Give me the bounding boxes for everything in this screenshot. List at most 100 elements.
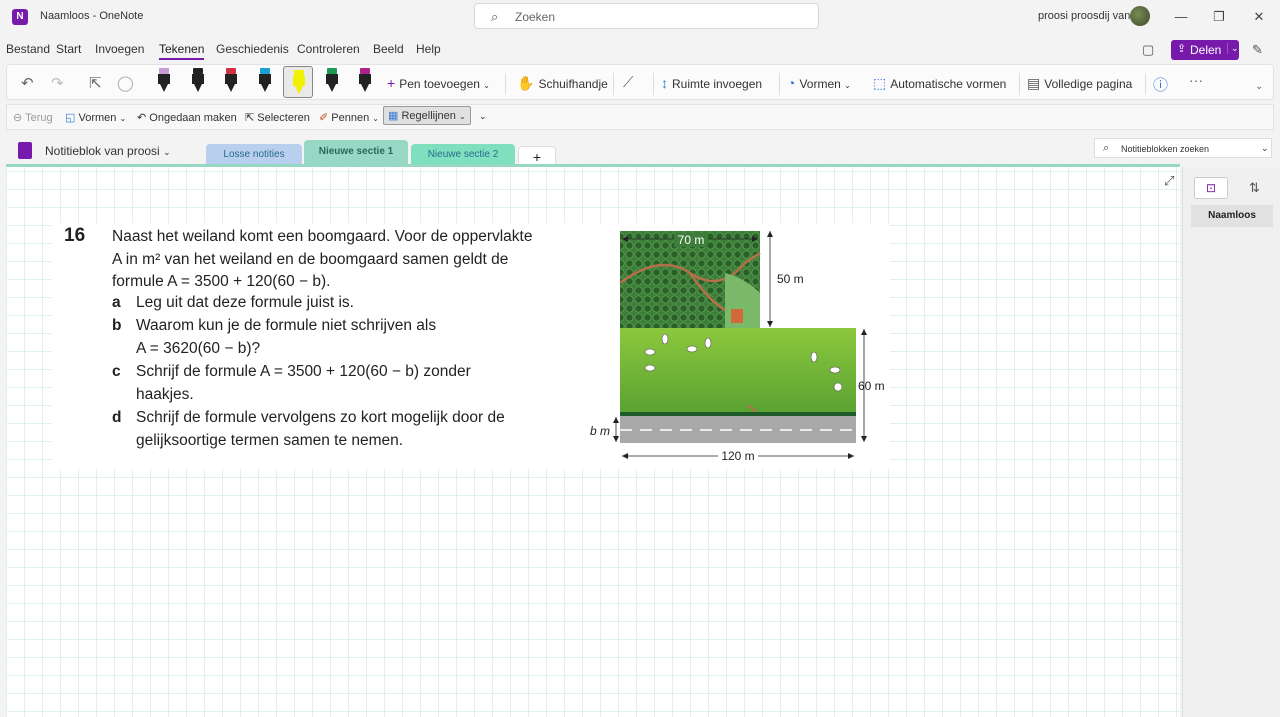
pens-menu-button[interactable]: ✐ Pennen ⌄ bbox=[319, 111, 379, 124]
orchard-field-illustration: 70 m 50 m 60 m b m 120 m bbox=[590, 231, 885, 463]
shapes-icon: ◱ bbox=[65, 112, 76, 124]
quick-toolbar: ⊖ Terug ◱ Vormen ⌄ ↶ Ongedaan maken ⇱ Se… bbox=[6, 104, 1274, 130]
expand-icon[interactable]: ⤢ bbox=[1164, 173, 1174, 189]
hand-icon: ✋ bbox=[517, 75, 535, 91]
page-list-panel: ⊡ ⇅ Naamloos bbox=[1182, 167, 1280, 717]
notebook-selector[interactable]: Notitieblok van proosi ⌄ bbox=[45, 144, 171, 158]
close-button[interactable]: ✕ bbox=[1248, 6, 1270, 28]
menu-help[interactable]: Help bbox=[416, 42, 441, 56]
add-section-button[interactable]: + bbox=[518, 146, 556, 166]
pens-icon: ✐ bbox=[319, 112, 329, 124]
new-page-icon: ⊡ bbox=[1205, 181, 1217, 195]
chevron-down-icon[interactable]: ⌄ bbox=[1227, 43, 1239, 54]
eraser-icon[interactable] bbox=[157, 68, 171, 94]
window-title: Naamloos - OneNote bbox=[40, 10, 144, 22]
select-button[interactable]: ⇱ Selecteren bbox=[245, 111, 310, 124]
plus-icon: + bbox=[387, 75, 396, 91]
feedback-icon[interactable]: ✎ bbox=[1252, 42, 1263, 58]
full-page-button[interactable]: ▤ Volledige pagina bbox=[1027, 75, 1132, 92]
question-c-text-2: haakjes. bbox=[136, 386, 194, 403]
question-b-letter: b bbox=[112, 317, 122, 334]
customize-toolbar-icon[interactable]: ⌄ bbox=[479, 111, 487, 122]
shapes-button[interactable]: ◔ Vormen ⌄ bbox=[787, 75, 851, 91]
chevron-down-icon: ⌄ bbox=[458, 112, 466, 121]
label-60m: 60 m bbox=[858, 379, 885, 393]
maximize-button[interactable]: ❐ bbox=[1208, 6, 1230, 28]
exercise-image[interactable]: 16 Naast het weiland komt een boomgaard.… bbox=[52, 223, 890, 469]
undo-button[interactable]: ↶ Ongedaan maken bbox=[137, 111, 237, 124]
auto-shapes-button[interactable]: ⬚ Automatische vormen bbox=[873, 75, 1006, 92]
menu-bar: Bestand Start Invoegen Tekenen Geschiede… bbox=[0, 38, 1280, 60]
shed bbox=[731, 309, 743, 323]
sort-icon[interactable]: ⇅ bbox=[1249, 180, 1260, 196]
question-a-text: Leg uit dat deze formule juist is. bbox=[136, 294, 354, 311]
add-pen-button[interactable]: + Pen toevoegen ⌄ bbox=[387, 75, 490, 91]
section-tab-nieuwe-sectie-2[interactable]: Nieuwe sectie 2 bbox=[411, 144, 515, 166]
notebook-search-input[interactable]: ⌕ Notitieblokken zoeken ⌄ bbox=[1094, 138, 1272, 158]
search-icon: ⌕ bbox=[491, 9, 499, 24]
blue-pen-icon[interactable] bbox=[258, 68, 272, 94]
black-pen-icon[interactable] bbox=[191, 68, 205, 94]
search-icon: ⌕ bbox=[1103, 142, 1110, 154]
menu-tekenen[interactable]: Tekenen bbox=[159, 42, 205, 60]
section-tab-losse-notities[interactable]: Losse notities bbox=[206, 144, 302, 166]
shapes-icon: ◔ bbox=[787, 75, 796, 91]
question-b-text-2: A = 3620(60 − b)? bbox=[136, 340, 261, 357]
avatar[interactable] bbox=[1130, 6, 1150, 26]
green-pen-icon[interactable] bbox=[325, 68, 339, 94]
label-120m: 120 m bbox=[721, 449, 754, 463]
menu-start[interactable]: Start bbox=[56, 42, 81, 56]
notebook-icon bbox=[18, 142, 32, 159]
question-d-letter: d bbox=[112, 409, 122, 426]
redo-icon[interactable]: ↷ bbox=[51, 74, 64, 92]
user-name[interactable]: proosi proosdij van bbox=[1038, 10, 1130, 22]
add-page-button[interactable]: ⊡ bbox=[1194, 177, 1228, 199]
back-arrow-icon: ⊖ bbox=[13, 112, 23, 124]
ruler-icon[interactable]: ⟋ bbox=[623, 74, 634, 91]
undo-icon[interactable]: ↶ bbox=[21, 74, 34, 92]
menu-invoegen[interactable]: Invoegen bbox=[95, 42, 144, 56]
page-canvas[interactable]: ⤢ 16 Naast het weiland komt een boomgaar… bbox=[6, 167, 1180, 717]
help-icon[interactable]: ⓘ bbox=[1153, 74, 1168, 95]
share-icon: ⇪ bbox=[1177, 43, 1187, 55]
exercise-intro: Naast het weiland komt een boomgaard. Vo… bbox=[112, 228, 533, 290]
meadow-area bbox=[620, 328, 856, 413]
purple-pen-icon[interactable] bbox=[358, 68, 372, 94]
notebook-navigation: Notitieblok van proosi ⌄ Losse notities … bbox=[0, 136, 1280, 166]
rule-lines-button[interactable]: ▦ Regellijnen ⌄ bbox=[383, 106, 471, 125]
chevron-down-icon[interactable]: ⌄ bbox=[1255, 81, 1263, 92]
section-tab-nieuwe-sectie-1[interactable]: Nieuwe sectie 1 bbox=[304, 140, 408, 166]
insert-space-button[interactable]: ↕ Ruimte invoegen bbox=[661, 75, 762, 91]
document-name: Naamloos bbox=[40, 10, 90, 22]
question-c-letter: c bbox=[112, 363, 121, 380]
onenote-logo-icon: N bbox=[12, 9, 28, 25]
menu-beeld[interactable]: Beeld bbox=[373, 42, 404, 56]
shapes-menu-button[interactable]: ◱ Vormen ⌄ bbox=[65, 111, 126, 124]
undo-icon: ↶ bbox=[137, 112, 147, 124]
notebook-view-icon[interactable]: ▢ bbox=[1142, 42, 1154, 58]
hand-tool-button[interactable]: ✋ Schuifhandje bbox=[517, 75, 608, 92]
draw-ribbon: ↶ ↷ ⇱ ◯ + Pen toevoegen ⌄ ✋ Schuifhandje ⟋… bbox=[6, 64, 1274, 100]
question-d-text: Schrijf de formule vervolgens zo kort mo… bbox=[136, 409, 505, 426]
question-a-letter: a bbox=[112, 294, 121, 311]
menu-bestand[interactable]: Bestand bbox=[6, 42, 50, 56]
back-button[interactable]: ⊖ Terug bbox=[13, 111, 53, 124]
share-button[interactable]: ⇪ Delen ⌄ bbox=[1171, 40, 1239, 60]
search-input[interactable]: ⌕ Zoeken bbox=[474, 3, 819, 29]
chevron-down-icon: ⌄ bbox=[163, 147, 171, 157]
menu-geschiedenis[interactable]: Geschiedenis bbox=[216, 42, 289, 56]
page-item-naamloos[interactable]: Naamloos bbox=[1191, 205, 1273, 227]
yellow-highlighter-icon[interactable] bbox=[283, 66, 313, 98]
chevron-down-icon: ⌄ bbox=[119, 114, 127, 123]
menu-controleren[interactable]: Controleren bbox=[297, 42, 360, 56]
lasso-icon[interactable]: ◯ bbox=[117, 74, 134, 92]
red-pen-icon[interactable] bbox=[224, 68, 238, 94]
chevron-down-icon: ⌄ bbox=[1261, 143, 1269, 153]
chevron-down-icon: ⌄ bbox=[483, 81, 490, 90]
label-50m: 50 m bbox=[777, 272, 804, 286]
question-c-text: Schrijf de formule A = 3500 + 120(60 − b… bbox=[136, 363, 471, 380]
select-cursor-icon[interactable]: ⇱ bbox=[89, 74, 102, 92]
minimize-button[interactable]: — bbox=[1170, 6, 1192, 28]
insert-space-icon: ↕ bbox=[661, 75, 668, 91]
more-options-button[interactable]: ··· bbox=[1189, 72, 1203, 88]
